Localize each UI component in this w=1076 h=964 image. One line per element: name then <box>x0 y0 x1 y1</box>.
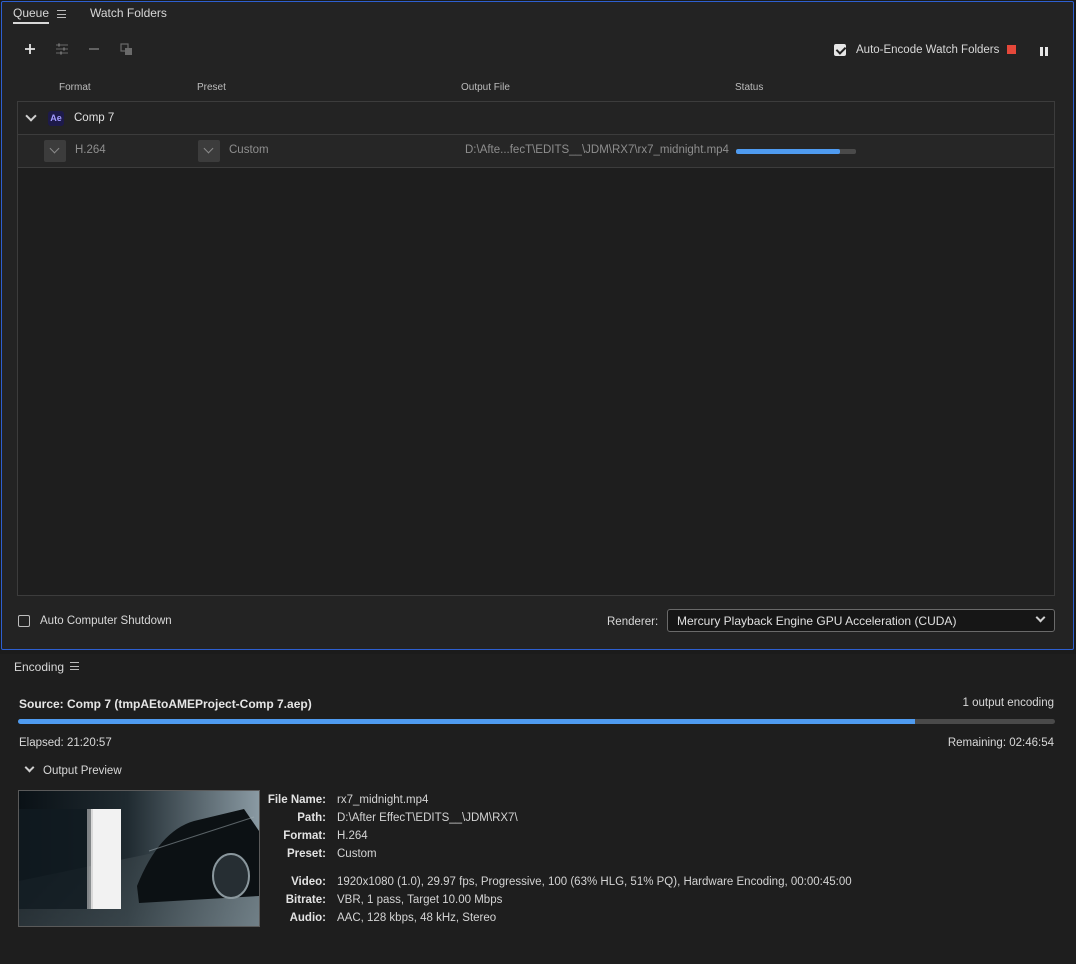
auto-encode-label: Auto-Encode Watch Folders <box>856 44 1000 56</box>
duplicate-icon <box>119 42 132 55</box>
minus-icon <box>89 48 99 50</box>
plus-icon <box>25 44 35 54</box>
column-status[interactable]: Status <box>735 82 763 93</box>
output-preview-image <box>18 790 260 927</box>
chevron-down-icon <box>49 143 60 154</box>
chevron-down-icon <box>1035 612 1046 623</box>
format-label: Format: <box>283 830 326 842</box>
item-preset[interactable]: Custom <box>229 144 269 156</box>
elapsed-time: Elapsed: 21:20:57 <box>19 737 112 749</box>
remaining-time: Remaining: 02:46:54 <box>947 737 1054 749</box>
auto-shutdown-label: Auto Computer Shutdown <box>40 615 172 627</box>
settings-button[interactable] <box>53 40 71 58</box>
audio-label: Audio: <box>289 912 326 924</box>
file-name-value: rx7_midnight.mp4 <box>337 794 429 806</box>
encoding-menu-icon[interactable] <box>70 662 79 670</box>
pause-queue-button[interactable] <box>1040 45 1048 56</box>
format-dropdown-button[interactable] <box>44 140 66 162</box>
after-effects-icon: Ae <box>48 111 64 126</box>
queue-menu-icon[interactable] <box>57 10 66 18</box>
bitrate-label: Bitrate: <box>285 894 326 906</box>
auto-encode-checkbox[interactable] <box>834 44 846 56</box>
preview-frame-art <box>19 791 259 926</box>
add-source-button[interactable] <box>21 40 39 58</box>
output-preview-toggle[interactable]: Output Preview <box>43 765 122 777</box>
path-label: Path: <box>297 812 326 824</box>
encoding-source: Source: Comp 7 (tmpAEtoAMEProject-Comp 7… <box>19 697 312 711</box>
remove-button[interactable] <box>85 40 103 58</box>
path-value: D:\After EffecT\EDITS__\JDM\RX7\ <box>337 812 518 824</box>
renderer-label: Renderer: <box>607 616 659 628</box>
encoding-progress-bar <box>18 719 1055 724</box>
chevron-down-icon[interactable] <box>25 110 37 122</box>
audio-value: AAC, 128 kbps, 48 kHz, Stereo <box>337 912 497 924</box>
queue-item-row[interactable]: H.264 Custom D:\Afte...fecT\EDITS__\JDM\… <box>18 135 1054 168</box>
stop-queue-button[interactable] <box>1007 45 1016 54</box>
pause-icon <box>1040 47 1048 56</box>
duplicate-button[interactable] <box>117 40 135 58</box>
item-output-file[interactable]: D:\Afte...fecT\EDITS__\JDM\RX7\rx7_midni… <box>465 144 729 156</box>
encoding-progress-fill <box>18 719 915 724</box>
output-count: 1 output encoding <box>962 697 1054 709</box>
preset-label: Preset: <box>287 848 326 860</box>
column-format[interactable]: Format <box>59 82 91 93</box>
item-format[interactable]: H.264 <box>75 144 106 156</box>
encoding-title: Encoding <box>14 660 65 674</box>
auto-shutdown-checkbox[interactable] <box>18 615 30 627</box>
sliders-icon <box>56 43 68 55</box>
renderer-select[interactable]: Mercury Playback Engine GPU Acceleration… <box>667 609 1055 632</box>
bitrate-value: VBR, 1 pass, Target 10.00 Mbps <box>337 894 503 906</box>
video-label: Video: <box>291 876 326 888</box>
tab-queue[interactable]: Queue <box>13 6 50 24</box>
item-progress-fill <box>736 149 841 154</box>
renderer-value: Mercury Playback Engine GPU Acceleration… <box>677 614 957 628</box>
queue-group-row[interactable]: Ae Comp 7 <box>18 102 1054 135</box>
video-value: 1920x1080 (1.0), 29.97 fps, Progressive,… <box>337 876 852 888</box>
file-name-label: File Name: <box>267 794 326 806</box>
preset-dropdown-button[interactable] <box>198 140 220 162</box>
queue-list: Ae Comp 7 H.264 Custom D:\Afte...fecT\ED… <box>17 101 1055 596</box>
tab-watch-folders[interactable]: Watch Folders <box>90 6 167 20</box>
column-preset[interactable]: Preset <box>197 82 226 93</box>
chevron-down-icon <box>203 143 214 154</box>
preset-value: Custom <box>337 848 377 860</box>
group-name: Comp 7 <box>74 112 115 124</box>
format-value: H.264 <box>337 830 368 842</box>
item-progress-bar <box>736 149 856 154</box>
column-output-file[interactable]: Output File <box>461 82 510 93</box>
